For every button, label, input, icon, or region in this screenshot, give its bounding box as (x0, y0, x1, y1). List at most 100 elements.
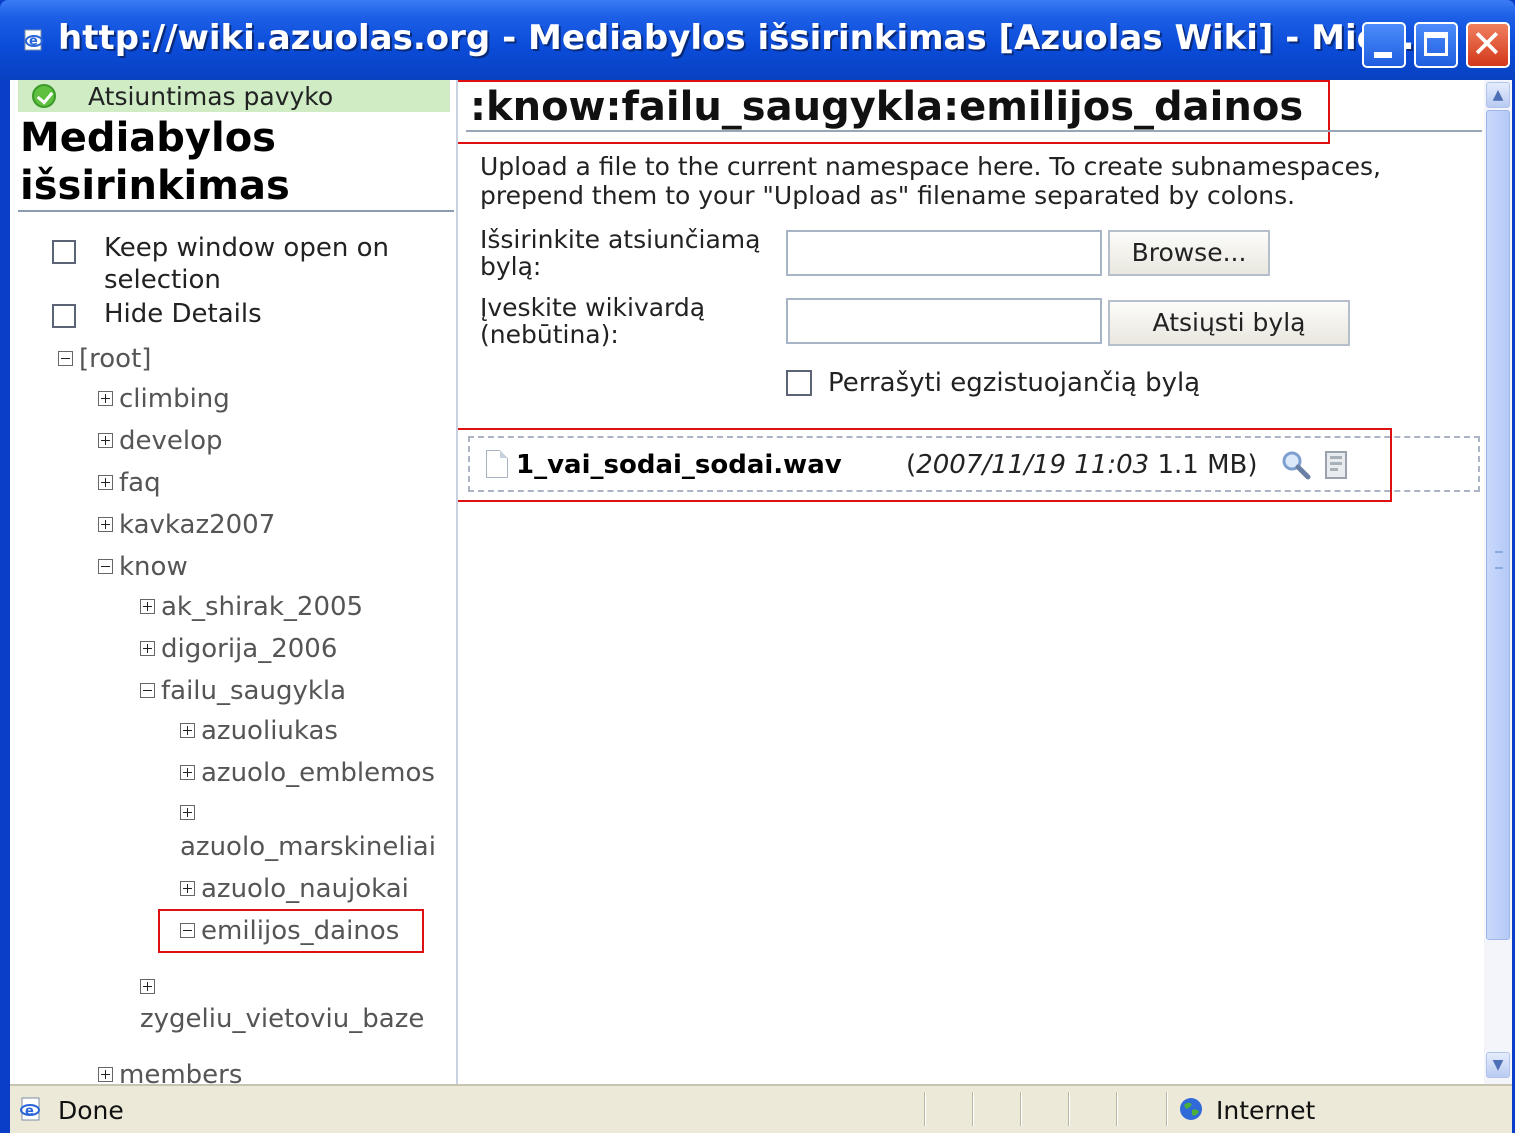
collapse-icon[interactable] (58, 351, 73, 366)
tree-label: azuolo_emblemos (201, 758, 435, 788)
tree-label: know (119, 552, 188, 582)
status-separator (1116, 1092, 1117, 1126)
tree-label: failu_saugykla (161, 676, 347, 706)
tree-item-azuolo-marskineliai[interactable] (180, 798, 201, 828)
svg-text:e: e (25, 1104, 34, 1119)
tree-item-root[interactable]: [root] (58, 344, 151, 374)
tree-item-members[interactable]: members (98, 1060, 242, 1084)
expand-icon[interactable] (180, 881, 195, 896)
expand-icon[interactable] (180, 805, 195, 820)
status-text: Done (58, 1096, 124, 1125)
security-zone: Internet (1216, 1096, 1316, 1125)
expand-icon[interactable] (98, 475, 113, 490)
tree-label: emilijos_dainos (201, 916, 400, 946)
svg-text:e: e (29, 34, 38, 49)
success-message-text: Atsiuntimas pavyko (88, 82, 334, 111)
status-bar: e Done Internet (10, 1084, 1512, 1133)
check-icon (32, 84, 56, 108)
minimize-icon (1374, 52, 1392, 58)
upload-panel: :know:failu_saugykla:emilijos_dainos Upl… (458, 80, 1484, 1084)
tree-label: azuoliukas (201, 716, 338, 746)
tree-item-zygeliu[interactable] (140, 972, 161, 1002)
tree-item-know[interactable]: know (98, 552, 188, 582)
upload-button[interactable]: Atsiųsti bylą (1108, 300, 1350, 346)
sidebar-title-line2: išsirinkimas (20, 163, 290, 209)
hide-details-label: Hide Details (104, 299, 262, 329)
status-separator (1068, 1092, 1069, 1126)
tree-label-azuolo-marskineliai[interactable]: azuolo_marskineliai (180, 832, 436, 862)
tree-item-digorija[interactable]: digorija_2006 (140, 634, 337, 664)
select-file-label: Išsirinkite atsiunčiamą bylą: (480, 226, 760, 280)
tree-label-zygeliu[interactable]: zygeliu_vietoviu_baze (140, 1004, 424, 1034)
media-sidebar: Atsiuntimas pavyko Mediabylos išsirinkim… (10, 80, 458, 1084)
tree-label: digorija_2006 (161, 634, 338, 664)
file-path-input[interactable] (786, 230, 1102, 276)
tree-label: kavkaz2007 (119, 510, 276, 540)
tree-label: ak_shirak_2005 (161, 592, 364, 622)
file-size: 1.1 MB (1157, 450, 1248, 480)
tree-item-kavkaz2007[interactable]: kavkaz2007 (98, 510, 275, 540)
upload-instructions: Upload a file to the current namespace h… (480, 152, 1381, 210)
title-bar[interactable]: e http://wiki.azuolas.org - Mediabylos i… (0, 0, 1515, 80)
expand-icon[interactable] (98, 517, 113, 532)
expand-icon[interactable] (180, 723, 195, 738)
content-area: Atsiuntimas pavyko Mediabylos išsirinkim… (10, 80, 1512, 1084)
wikiname-label: Įveskite wikivardą (nebūtina): (480, 294, 705, 348)
namespace-title: :know:failu_saugykla:emilijos_dainos (470, 84, 1304, 130)
close-button[interactable]: ✕ (1466, 22, 1510, 68)
browser-window: e http://wiki.azuolas.org - Mediabylos i… (0, 0, 1515, 1133)
expand-icon[interactable] (98, 1067, 113, 1082)
wikiname-input[interactable] (786, 298, 1102, 344)
tree-item-azuoliukas[interactable]: azuoliukas (180, 716, 338, 746)
expand-icon[interactable] (98, 391, 113, 406)
tree-label: [root] (79, 344, 152, 374)
file-icon (486, 450, 508, 478)
file-date: 2007/11/19 11:03 (916, 450, 1150, 480)
scroll-down-icon[interactable]: ▼ (1486, 1052, 1510, 1078)
magnifier-icon[interactable] (1280, 450, 1312, 480)
page-done-icon: e (20, 1097, 40, 1121)
ie-page-icon: e (24, 29, 43, 51)
tree-item-failu-saugykla[interactable]: failu_saugykla (140, 676, 346, 706)
expand-icon[interactable] (180, 765, 195, 780)
tree-label: climbing (119, 384, 230, 414)
tree-item-climbing[interactable]: climbing (98, 384, 230, 414)
expand-icon[interactable] (98, 433, 113, 448)
file-name-link[interactable]: 1_vai_sodai_sodai.wav (516, 450, 842, 480)
overwrite-label: Perrašyti egzistuojančią bylą (828, 368, 1201, 398)
wikiname-label-line2: (nebūtina): (480, 320, 619, 349)
tree-item-azuolo-naujokai[interactable]: azuolo_naujokai (180, 874, 409, 904)
overwrite-checkbox[interactable] (786, 370, 812, 396)
vertical-scrollbar[interactable]: ▲ ▼ (1484, 80, 1512, 1084)
scroll-up-icon[interactable]: ▲ (1486, 82, 1510, 108)
tree-item-ak-shirak[interactable]: ak_shirak_2005 (140, 592, 363, 622)
sidebar-title-line1: Mediabylos (20, 115, 276, 161)
status-separator (1166, 1092, 1167, 1126)
status-separator (972, 1092, 973, 1126)
minimize-button[interactable] (1362, 22, 1406, 68)
keep-open-checkbox[interactable] (52, 240, 76, 264)
expand-icon[interactable] (140, 599, 155, 614)
collapse-icon[interactable] (140, 683, 155, 698)
tree-item-azuolo-emblemos[interactable]: azuolo_emblemos (180, 758, 435, 788)
close-icon: ✕ (1471, 22, 1503, 66)
tree-item-emilijos-dainos[interactable]: emilijos_dainos (180, 916, 399, 946)
instructions-line2: prepend them to your "Upload as" filenam… (480, 181, 1296, 210)
expand-icon[interactable] (140, 641, 155, 656)
tree-item-faq[interactable]: faq (98, 468, 161, 498)
hide-details-checkbox[interactable] (52, 304, 76, 328)
tree-label: develop (119, 426, 223, 456)
maximize-button[interactable] (1414, 22, 1458, 68)
select-file-label-line2: bylą: (480, 252, 542, 281)
tree-label: members (119, 1060, 243, 1084)
maximize-icon (1424, 32, 1448, 56)
expand-icon[interactable] (140, 979, 155, 994)
collapse-icon[interactable] (180, 923, 195, 938)
tree-item-develop[interactable]: develop (98, 426, 223, 456)
collapse-icon[interactable] (98, 559, 113, 574)
scroll-thumb[interactable] (1486, 110, 1510, 940)
globe-icon (1180, 1098, 1202, 1120)
edit-icon[interactable] (1320, 448, 1352, 480)
browse-button[interactable]: Browse... (1108, 230, 1270, 276)
divider (18, 210, 454, 212)
